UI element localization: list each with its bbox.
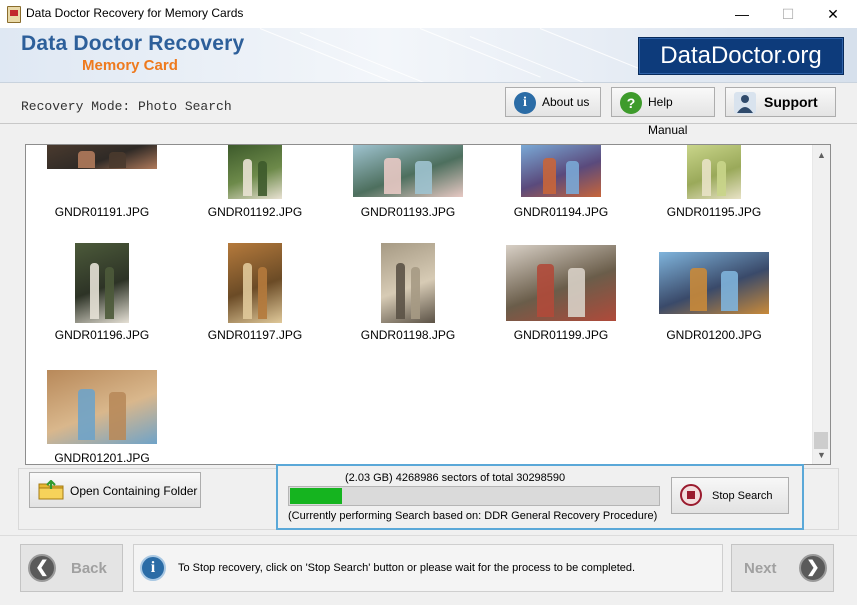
brand-title: Data Doctor Recovery bbox=[21, 32, 245, 55]
brand-subtitle: Memory Card bbox=[82, 57, 178, 74]
file-name-label: GNDR01193.JPG bbox=[360, 205, 456, 219]
back-label: Back bbox=[71, 560, 107, 577]
title-bar: Data Doctor Recovery for Memory Cards — … bbox=[0, 0, 857, 28]
toolbar: Recovery Mode: Photo Search i About us ?… bbox=[0, 83, 857, 137]
file-thumbnail[interactable] bbox=[228, 145, 282, 199]
help-icon: ? bbox=[620, 92, 642, 114]
vertical-scrollbar[interactable]: ▲ ▼ bbox=[812, 145, 830, 464]
info-message-box: i To Stop recovery, click on 'Stop Searc… bbox=[133, 544, 723, 592]
file-name-label: GNDR01200.JPG bbox=[666, 328, 762, 342]
search-method-text: (Currently performing Search based on: D… bbox=[288, 510, 658, 522]
file-thumbnail[interactable] bbox=[75, 243, 129, 323]
next-arrow-icon: ❯ bbox=[799, 554, 827, 582]
info-icon: i bbox=[140, 555, 166, 581]
close-button[interactable]: ✕ bbox=[810, 0, 856, 28]
scroll-down-icon[interactable]: ▼ bbox=[813, 447, 830, 464]
file-thumbnail[interactable] bbox=[47, 370, 157, 444]
minimize-button[interactable]: — bbox=[719, 0, 765, 28]
info-icon: i bbox=[514, 92, 536, 114]
search-progress-bar bbox=[288, 486, 660, 506]
file-name-label: GNDR01192.JPG bbox=[207, 205, 303, 219]
file-thumbnail[interactable] bbox=[353, 145, 463, 197]
file-name-label: GNDR01199.JPG bbox=[513, 328, 609, 342]
file-thumbnail[interactable] bbox=[687, 145, 741, 199]
file-name-label: GNDR01191.JPG bbox=[54, 205, 150, 219]
file-name-label: GNDR01198.JPG bbox=[360, 328, 456, 342]
support-person-icon bbox=[734, 92, 756, 114]
about-us-button[interactable]: i About us bbox=[505, 87, 601, 117]
open-folder-label: Open Containing Folder bbox=[70, 484, 198, 498]
file-name-label: GNDR01201.JPG bbox=[54, 451, 150, 465]
file-thumbnail[interactable] bbox=[521, 145, 601, 197]
help-manual-label: Help Manual bbox=[648, 95, 688, 137]
sectors-progress-text: (2.03 GB) 4268986 sectors of total 30298… bbox=[345, 472, 566, 484]
recovery-mode-label: Recovery Mode: Photo Search bbox=[21, 99, 232, 114]
next-label: Next bbox=[744, 560, 777, 577]
folder-icon bbox=[38, 480, 64, 500]
file-thumbnail[interactable] bbox=[659, 252, 769, 314]
stop-icon bbox=[680, 484, 702, 506]
file-thumbnail[interactable] bbox=[228, 243, 282, 323]
file-name-label: GNDR01197.JPG bbox=[207, 328, 303, 342]
back-button[interactable]: ❮ Back bbox=[20, 544, 123, 592]
stop-search-button[interactable]: Stop Search bbox=[671, 477, 789, 514]
file-thumbnail[interactable] bbox=[381, 243, 435, 323]
back-arrow-icon: ❮ bbox=[28, 554, 56, 582]
progress-fill bbox=[290, 488, 343, 504]
app-icon bbox=[7, 6, 21, 23]
info-message: To Stop recovery, click on 'Stop Search'… bbox=[178, 562, 636, 574]
stop-search-label: Stop Search bbox=[712, 490, 773, 502]
about-us-label: About us bbox=[542, 95, 590, 109]
next-button[interactable]: Next ❯ bbox=[731, 544, 834, 592]
recovered-files-grid[interactable]: ▲ ▼ GNDR01191.JPG GNDR01192.JPG GNDR01193.… bbox=[25, 144, 831, 465]
maximize-button[interactable]: ☐ bbox=[765, 0, 811, 28]
datadoctor-logo: DataDoctor.org bbox=[638, 37, 844, 75]
scroll-up-icon[interactable]: ▲ bbox=[813, 147, 830, 164]
support-label: Support bbox=[764, 94, 818, 110]
file-name-label: GNDR01196.JPG bbox=[54, 328, 150, 342]
support-button[interactable]: Support bbox=[725, 87, 836, 117]
help-manual-button[interactable]: ? Help Manual bbox=[611, 87, 715, 137]
file-thumbnail[interactable] bbox=[47, 145, 157, 169]
open-containing-folder-button[interactable]: Open Containing Folder bbox=[29, 472, 201, 508]
window-title: Data Doctor Recovery for Memory Cards bbox=[26, 6, 244, 20]
file-thumbnail[interactable] bbox=[506, 245, 616, 321]
file-name-label: GNDR01194.JPG bbox=[513, 205, 609, 219]
app-banner: Data Doctor Recovery Memory Card DataDoc… bbox=[0, 28, 857, 83]
file-name-label: GNDR01195.JPG bbox=[666, 205, 762, 219]
